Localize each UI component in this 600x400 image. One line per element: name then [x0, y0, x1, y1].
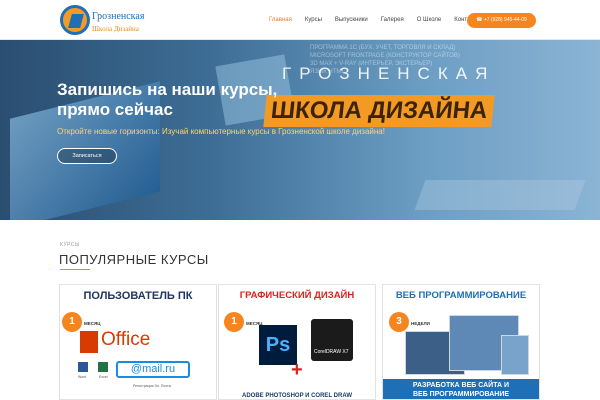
nav-item-courses[interactable]: Курсы	[305, 14, 322, 26]
section-eyebrow: КУРСЫ	[60, 242, 80, 248]
course-card-footer-line2: ВЕБ ПРОГРАММИРОВАНИЕ	[412, 391, 510, 398]
word-icon	[78, 362, 88, 372]
phone-number: +7 (928) 945-44-09	[483, 17, 527, 23]
nav-item-graduates[interactable]: Выпускники	[335, 14, 368, 26]
duration-unit: МЕСЯЦ	[84, 321, 101, 326]
site-header: Грозненская Школа Дизайна Главная Курсы …	[0, 0, 600, 40]
course-card-title: ПОЛЬЗОВАТЕЛЬ ПК	[83, 290, 193, 302]
course-card-pc-user[interactable]: ПОЛЬЗОВАТЕЛЬ ПК 1 МЕСЯЦ Office @mail.ru …	[59, 284, 217, 400]
website-mockup-tablet	[501, 335, 529, 375]
section-divider	[60, 269, 90, 270]
duration-badge: 1	[62, 312, 82, 332]
course-card-footer-line1: РАЗРАБОТКА ВЕБ САЙТА И	[412, 382, 510, 389]
nav-item-about[interactable]: О Школе	[417, 14, 442, 26]
excel-icon	[98, 362, 108, 372]
plus-icon: +	[291, 359, 303, 381]
coreldraw-label: CorelDRAW X7	[314, 349, 349, 355]
mailru-logo: @mail.ru	[116, 361, 190, 378]
word-label: Word	[78, 375, 87, 379]
hero-title: Запишись на наши курсы, прямо сейчас	[57, 80, 278, 119]
hero-subtitle: Откройте новые горизонты: Изучай компьют…	[57, 127, 385, 136]
course-card-footer: РАЗРАБОТКА ВЕБ САЙТА И ВЕБ ПРОГРАММИРОВА…	[383, 379, 539, 399]
office-label: Office	[101, 329, 151, 350]
logo-icon	[60, 5, 90, 35]
course-card-title: ВЕБ ПРОГРАММИРОВАНИЕ	[395, 290, 527, 301]
duration-badge: 1	[224, 312, 244, 332]
hero-banner: ПРОГРАММА 1С (БУХ. УЧЕТ, ТОРГОВЛЯ И СКЛА…	[0, 40, 600, 220]
nav-item-home[interactable]: Главная	[269, 14, 292, 26]
hero-keyboard-graphic	[414, 180, 586, 210]
main-nav: Главная Курсы Выпускники Галерея О Школе…	[269, 14, 493, 26]
duration-unit: НЕДЕЛИ	[411, 321, 430, 326]
email-registration-label: Регистрация Эл. Почты	[133, 384, 172, 388]
nav-item-gallery[interactable]: Галерея	[381, 14, 404, 26]
signup-button[interactable]: Записаться	[57, 148, 117, 164]
course-card-footer: ADOBE PHOTOSHOP И COREL DRAW	[242, 393, 352, 399]
course-card-web-programming[interactable]: ВЕБ ПРОГРАММИРОВАНИЕ 3 НЕДЕЛИ РАЗРАБОТКА…	[382, 284, 540, 400]
logo-subtitle: Школа Дизайна	[92, 25, 139, 33]
hero-bg-line: MICROSOFT FRONTPAGE (КОНСТРУКТОР САЙТОВ)	[310, 53, 460, 59]
logo[interactable]: Грозненская Школа Дизайна	[60, 5, 152, 37]
excel-label: Excel	[99, 375, 108, 379]
office-icon	[80, 331, 98, 353]
section-title: ПОПУЛЯРНЫЕ КУРСЫ	[59, 252, 209, 267]
duration-badge: 3	[389, 312, 409, 332]
hero-bg-line: ПРОГРАММА 1С (БУХ. УЧЕТ, ТОРГОВЛЯ И СКЛА…	[310, 45, 456, 51]
phone-button[interactable]: ☎ +7 (928) 945-44-09	[467, 13, 536, 28]
course-card-title: ГРАФИЧЕСКИЙ ДИЗАЙН	[239, 290, 355, 301]
phone-icon: ☎	[476, 17, 484, 23]
course-card-graphic-design[interactable]: ГРАФИЧЕСКИЙ ДИЗАЙН 1 МЕСЯЦ Ps CorelDRAW …	[218, 284, 376, 400]
logo-title: Грозненская	[92, 11, 145, 22]
